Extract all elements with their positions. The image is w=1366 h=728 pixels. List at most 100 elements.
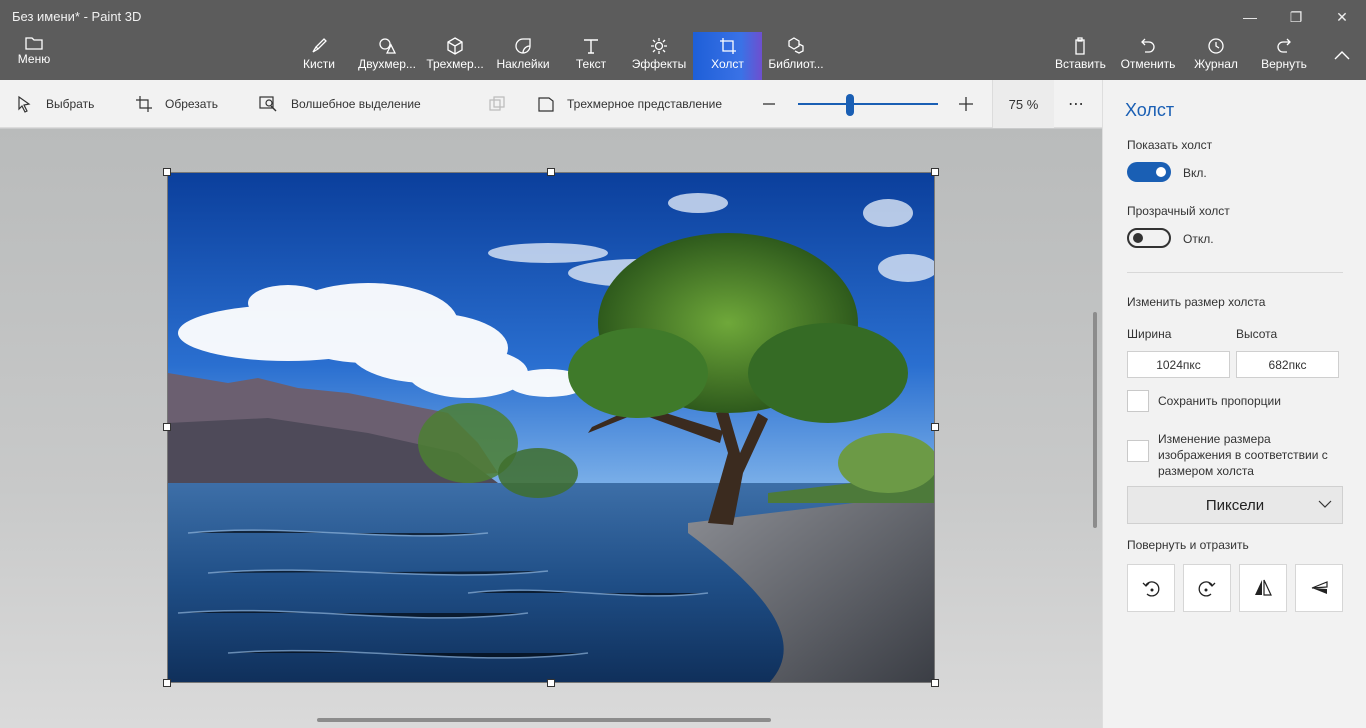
action-label: Вставить [1055, 57, 1106, 71]
tool-label: Библиот... [768, 57, 824, 71]
transparent-canvas-toggle[interactable] [1127, 228, 1171, 248]
divider [1127, 272, 1343, 273]
rotate-flip-label: Повернуть и отразить [1127, 538, 1249, 552]
3d-view-icon [538, 97, 554, 112]
tool-text[interactable]: Текст [570, 32, 612, 80]
minimize-icon[interactable]: — [1230, 6, 1270, 28]
show-canvas-toggle[interactable] [1127, 162, 1171, 182]
text-icon [584, 39, 598, 54]
close-icon[interactable]: ✕ [1322, 6, 1362, 28]
resize-handle-br[interactable] [931, 679, 939, 687]
collapse-chevron-icon[interactable] [1322, 44, 1362, 66]
flip-vertical-icon [1311, 581, 1328, 594]
resize-image-checkbox[interactable] [1127, 440, 1149, 462]
keep-ratio-checkbox[interactable] [1127, 390, 1149, 412]
toggle-knob [1133, 233, 1143, 243]
flip-vertical-button[interactable] [1295, 564, 1343, 612]
tool-effects[interactable]: Эффекты [630, 32, 688, 80]
zoom-slider-track[interactable] [798, 103, 938, 105]
3d-view-button[interactable]: Трехмерное представление [537, 80, 722, 128]
tool-canvas[interactable]: Холст [693, 32, 762, 80]
history-button[interactable]: Журнал [1192, 32, 1240, 80]
keep-ratio-label: Сохранить пропорции [1158, 394, 1281, 408]
more-options-icon[interactable]: ⋯ [1068, 80, 1085, 128]
tool-brushes[interactable]: Кисти [296, 32, 342, 80]
action-label: Вернуть [1261, 57, 1307, 71]
tool-stickers[interactable]: Наклейки [494, 32, 552, 80]
zoom-in-icon[interactable] [958, 80, 986, 128]
resize-image-label-line2: изображения в соответствии с [1158, 448, 1328, 462]
undo-icon [1141, 38, 1155, 53]
show-canvas-label: Показать холст [1127, 138, 1213, 152]
width-label: Ширина [1127, 327, 1172, 341]
vertical-scrollbar[interactable] [1093, 312, 1097, 528]
resize-handle-bl[interactable] [163, 679, 171, 687]
rotate-left-button[interactable] [1127, 564, 1175, 612]
sticker-icon [515, 38, 531, 54]
paste-icon [1075, 37, 1085, 55]
redo-button[interactable]: Вернуть [1259, 32, 1309, 80]
menu-button[interactable]: Меню [10, 36, 58, 66]
tool-label: Холст [711, 57, 744, 71]
magic-select-button[interactable]: Волшебное выделение [259, 80, 421, 128]
landscape-photo [168, 173, 934, 682]
magic-select-label: Волшебное выделение [291, 97, 421, 111]
resize-image-label-line3: размером холста [1158, 464, 1254, 478]
3d-cube-icon [447, 37, 463, 55]
window-title: Без имени* - Paint 3D [12, 9, 142, 24]
zoom-out-icon[interactable] [762, 80, 788, 128]
tool-3d-shapes[interactable]: Трехмер... [425, 32, 485, 80]
undo-button[interactable]: Отменить [1120, 32, 1176, 80]
panel-title: Холст [1125, 100, 1175, 120]
chevron-down-icon [1318, 500, 1332, 508]
tool-2d-shapes[interactable]: Двухмер... [356, 32, 418, 80]
transparent-canvas-label: Прозрачный холст [1127, 204, 1230, 218]
horizontal-scrollbar[interactable] [317, 718, 771, 722]
resize-canvas-label: Изменить размер холста [1127, 295, 1266, 309]
width-input[interactable]: 1024пкс [1127, 351, 1230, 378]
history-icon [1208, 38, 1224, 54]
height-input[interactable]: 682пкс [1236, 351, 1339, 378]
tool-label: Двухмер... [358, 57, 416, 71]
tool-label: Кисти [303, 57, 335, 71]
canvas-crop-icon [719, 38, 736, 54]
zoom-slider-thumb[interactable] [846, 94, 854, 116]
toggle-knob [1156, 167, 1166, 177]
tool-library[interactable]: Библиот... [766, 32, 826, 80]
cursor-icon [18, 95, 31, 113]
resize-handle-b[interactable] [547, 679, 555, 687]
resize-handle-r[interactable] [931, 423, 939, 431]
3d-view-label: Трехмерное представление [567, 97, 723, 111]
crop-label: Обрезать [165, 97, 218, 111]
menu-label: Меню [17, 52, 51, 66]
resize-handle-tr[interactable] [931, 168, 939, 176]
tool-label: Наклейки [496, 57, 550, 71]
units-dropdown[interactable]: Пиксели [1127, 486, 1343, 524]
resize-handle-t[interactable] [547, 168, 555, 176]
flip-horizontal-button[interactable] [1239, 564, 1287, 612]
rotate-left-icon [1142, 581, 1160, 597]
paste-button[interactable]: Вставить [1055, 32, 1106, 80]
crop-icon [136, 96, 152, 112]
rotate-right-button[interactable] [1183, 564, 1231, 612]
transparent-canvas-state: Откл. [1183, 232, 1214, 246]
folder-icon [25, 37, 43, 50]
zoom-percent[interactable]: 75 % [992, 80, 1054, 128]
magic-select-icon [259, 96, 277, 112]
copy-3d-icon [488, 80, 518, 128]
canvas-image[interactable] [167, 172, 935, 683]
brush-icon [312, 38, 327, 53]
library-icon [788, 37, 804, 54]
maximize-icon[interactable]: ❐ [1276, 6, 1316, 28]
select-button[interactable]: Выбрать [16, 80, 94, 128]
resize-handle-l[interactable] [163, 423, 171, 431]
action-label: Отменить [1120, 57, 1176, 71]
tool-label: Эффекты [631, 57, 687, 71]
resize-handle-tl[interactable] [163, 168, 171, 176]
sun-icon [651, 38, 667, 54]
crop-button[interactable]: Обрезать [135, 80, 218, 128]
2d-shapes-icon [379, 38, 397, 54]
resize-image-label-line1: Изменение размера [1158, 432, 1271, 446]
tool-label: Трехмер... [426, 57, 484, 71]
canvas-panel: Холст Показать холст Вкл. Прозрачный хол… [1102, 80, 1366, 728]
